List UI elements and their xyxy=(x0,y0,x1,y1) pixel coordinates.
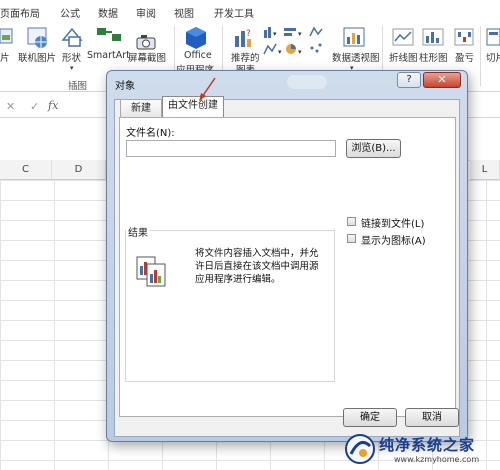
slicer-icon xyxy=(486,28,500,46)
display-as-icon-label[interactable]: 显示为图标(A) xyxy=(361,232,426,247)
sparkline-line-icon xyxy=(392,28,414,46)
sparkline-line-button[interactable]: 折线图 xyxy=(389,50,418,64)
sparkline-winloss-icon xyxy=(454,28,474,46)
svg-text:▾: ▾ xyxy=(278,48,282,56)
office-store-icon xyxy=(186,27,206,49)
tab-review[interactable]: 审阅 xyxy=(136,5,156,20)
column-header-c[interactable]: C xyxy=(0,160,52,180)
column-header-d[interactable]: D xyxy=(52,160,106,180)
display-as-icon-checkbox[interactable] xyxy=(347,234,356,243)
help-button[interactable]: ? xyxy=(397,72,421,88)
svg-text:▾: ▾ xyxy=(298,30,302,38)
create-from-file-panel: 文件名(N): 浏览(B)... 链接到文件(L) 显示为图标(A) 结果 将文… xyxy=(119,117,456,417)
result-label: 结果 xyxy=(126,224,150,239)
sparkline-winloss-button[interactable]: 盈亏 xyxy=(455,50,474,64)
annotation-arrow-icon xyxy=(199,77,216,101)
cancel-icon[interactable]: ✕ xyxy=(6,100,15,113)
smartart-icon xyxy=(97,28,121,41)
shapes-icon xyxy=(61,27,83,47)
sparkline-column-button[interactable]: 柱形图 xyxy=(419,50,448,64)
camera-icon xyxy=(136,35,156,50)
tab-formulas[interactable]: 公式 xyxy=(60,5,80,20)
dialog-content: 新建 由文件创建 文件名(N): 浏览(B)... 链接到文件(L) 显示为图标… xyxy=(114,96,460,437)
tab-view[interactable]: 视图 xyxy=(174,5,194,20)
object-dialog: 对象 ? ✕ 新建 由文件创建 文件名(N): 浏览(B)... 链接到文件(L… xyxy=(106,70,468,442)
filename-label: 文件名(N): xyxy=(126,128,175,139)
result-description: 将文件内容插入文档中，并允许日后直接在该文档中调用源应用程序进行编辑。 xyxy=(195,248,319,285)
pivot-chart-button[interactable]: 数据透视图 xyxy=(332,50,380,64)
pivot-chart-icon xyxy=(343,27,365,47)
smartart-button[interactable]: SmartArt xyxy=(87,50,130,61)
online-pictures-button[interactable]: 联机图片 xyxy=(18,50,56,64)
check-icon[interactable]: ✓ xyxy=(30,100,39,113)
slicer-button[interactable]: 切片 xyxy=(486,50,500,64)
embedded-object-icon xyxy=(136,256,166,287)
office-apps-button[interactable]: Office xyxy=(184,50,212,61)
tab-create-new[interactable]: 新建 xyxy=(120,99,162,117)
watermark-url: www.kzmyhome.com xyxy=(394,455,480,464)
illustrations-group-label: 插图 xyxy=(68,81,88,92)
column-header-l[interactable]: L xyxy=(470,160,500,180)
tab-data[interactable]: 数据 xyxy=(98,5,118,20)
cancel-button[interactable]: 取消 xyxy=(405,408,459,427)
tab-developer[interactable]: 开发工具 xyxy=(214,5,254,20)
watermark-name: 纯净系统之家 xyxy=(379,436,476,454)
pictures-icon xyxy=(0,28,13,44)
screenshot-button[interactable]: 屏幕截图 xyxy=(128,50,166,64)
ok-button[interactable]: 确定 xyxy=(343,408,397,427)
svg-text:▾: ▾ xyxy=(273,30,277,38)
browse-button[interactable]: 浏览(B)... xyxy=(346,139,401,158)
close-button[interactable]: ✕ xyxy=(423,72,461,88)
link-to-file-checkbox[interactable] xyxy=(347,217,356,226)
online-pictures-icon xyxy=(27,27,47,48)
group-separator xyxy=(480,26,481,86)
insert-function-button[interactable]: fx xyxy=(48,99,58,112)
title-bar-blur xyxy=(287,75,327,89)
tab-page-layout[interactable]: 页面布局 xyxy=(0,5,40,20)
chevron-down-icon[interactable]: ▾ xyxy=(70,64,74,72)
svg-text:?: ? xyxy=(246,29,251,39)
dialog-title: 对象 xyxy=(115,81,135,92)
recommended-charts-icon: ? xyxy=(235,29,251,47)
sparkline-column-icon xyxy=(422,28,444,46)
shapes-button[interactable]: 形状 xyxy=(62,50,81,64)
ribbon-tab-bar: 页面布局 公式 数据 审阅 视图 开发工具 xyxy=(0,0,500,22)
filename-input[interactable] xyxy=(126,140,336,157)
watermark-logo-icon xyxy=(345,434,375,464)
link-to-file-label[interactable]: 链接到文件(L) xyxy=(361,215,424,230)
pictures-button[interactable]: 片 xyxy=(0,50,10,64)
chart-type-icons[interactable]: ▾ ▾ ▾ ▾ xyxy=(262,26,328,72)
svg-text:▾: ▾ xyxy=(298,48,302,56)
